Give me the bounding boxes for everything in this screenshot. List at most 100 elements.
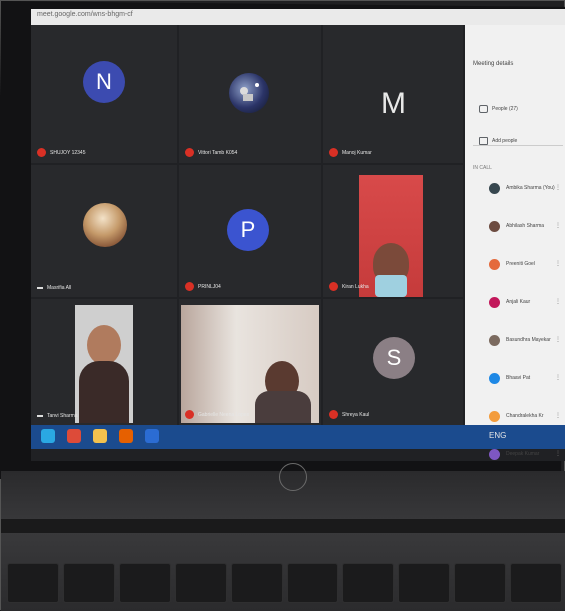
participant-tile[interactable]: M Manoj Kumar xyxy=(323,25,463,163)
participant-list-item[interactable]: Ambika Sharma (You) xyxy=(489,181,555,195)
mic-muted-icon xyxy=(37,148,46,157)
tab-people-label: People (27) xyxy=(492,106,518,112)
firefox-icon[interactable] xyxy=(119,429,133,443)
participant-avatar xyxy=(489,448,500,460)
panel-title: Meeting details xyxy=(473,61,514,67)
people-icon xyxy=(479,105,488,113)
participant-tile[interactable]: P PRINLJ04 xyxy=(179,165,321,297)
participant-name: PRINLJ04 xyxy=(185,282,221,291)
mic-muted-icon xyxy=(329,282,338,291)
participant-list-name: Deepak Kumar xyxy=(506,451,540,457)
participant-name: Shreya Kaul xyxy=(329,410,369,419)
participant-list-name: Bhaavi Pat xyxy=(506,375,531,381)
participant-name-text: PRINLJ04 xyxy=(198,283,221,290)
meeting-grid: N SHUJOY 12345 Vittori Tamb K054 M Manoj… xyxy=(31,25,463,425)
more-options-icon[interactable]: ⋮ xyxy=(555,260,561,267)
browser-address-bar[interactable]: meet.google.com/wns-bhgm-cf xyxy=(31,9,565,25)
mic-muted-icon xyxy=(185,148,194,157)
edge-icon[interactable] xyxy=(41,429,55,443)
participant-avatar-image xyxy=(83,203,127,247)
participant-tile[interactable]: Vittori Tamb K054 xyxy=(179,25,321,163)
participant-name: SHUJOY 12345 xyxy=(37,148,85,157)
participant-name-text: SHUJOY 12345 xyxy=(50,149,86,156)
participant-avatar: P xyxy=(227,209,269,251)
pin-icon xyxy=(37,413,43,419)
participant-avatar xyxy=(489,372,500,384)
participant-name: Kiran Lukha xyxy=(329,282,369,291)
hp-logo-icon xyxy=(279,463,307,491)
more-options-icon[interactable]: ⋮ xyxy=(555,374,561,381)
participant-name-text: Kiran Lukha xyxy=(342,283,369,290)
participant-tile[interactable]: S Shreya Kaul xyxy=(323,299,463,425)
address-text: meet.google.com/wns-bhgm-cf xyxy=(37,11,133,18)
participant-list-name: Abhilash Sharma xyxy=(506,223,545,229)
participant-list-name: Ambika Sharma (You) xyxy=(506,185,555,191)
participant-letter: M xyxy=(381,87,406,120)
tab-people[interactable]: People (27) xyxy=(479,105,518,113)
keyboard-key xyxy=(230,563,283,603)
keyboard-key xyxy=(510,563,563,603)
participant-tile[interactable]: N SHUJOY 12345 xyxy=(31,25,177,163)
section-label: IN CALL xyxy=(473,165,492,171)
meeting-details-panel: Meeting details People (27) Add people I… xyxy=(465,25,565,460)
participant-avatar: N xyxy=(83,61,125,103)
participant-tile[interactable]: Kiran Lukha xyxy=(323,165,463,297)
divider xyxy=(473,145,563,146)
participant-name-text: Gabrielle Neena Lopes xyxy=(198,411,250,418)
more-options-icon[interactable]: ⋮ xyxy=(555,450,561,457)
more-options-icon[interactable]: ⋮ xyxy=(555,336,561,343)
participant-list-name: Chandralekha Kr xyxy=(506,413,544,419)
participant-list-item[interactable]: Deepak Kumar xyxy=(489,447,539,461)
avatar-letter: P xyxy=(240,217,256,242)
file-explorer-icon[interactable] xyxy=(93,429,107,443)
add-people-label: Add people xyxy=(492,138,518,144)
participant-list-name: Anjali Kaur xyxy=(506,299,531,305)
participant-name: Masrifia All xyxy=(37,285,71,291)
participant-name-text: Tanvi Sharma xyxy=(47,413,78,419)
keyboard-key xyxy=(62,563,115,603)
laptop-hinge xyxy=(1,519,565,533)
participant-list-item[interactable]: Preeniti Goel xyxy=(489,257,535,271)
photo-frame: meet.google.com/wns-bhgm-cf N SHUJOY 123… xyxy=(0,0,565,611)
more-options-icon[interactable]: ⋮ xyxy=(555,298,561,305)
participant-name-text: Manoj Kumar xyxy=(342,149,372,156)
participant-name-text: Vittori Tamb K054 xyxy=(198,149,238,156)
keyboard-row xyxy=(7,563,563,603)
more-options-icon[interactable]: ⋮ xyxy=(555,222,561,229)
participant-tile[interactable]: Tanvi Sharma xyxy=(31,299,177,425)
keyboard-key xyxy=(454,563,507,603)
participant-list-name: Basundhra Mayekar xyxy=(506,337,551,343)
keyboard-key xyxy=(174,563,227,603)
keyboard-key xyxy=(286,563,339,603)
participant-list-item[interactable]: Chandralekha Kr xyxy=(489,409,544,423)
mic-muted-icon xyxy=(185,410,194,419)
chrome-icon[interactable] xyxy=(67,429,81,443)
participant-list-item[interactable]: Bhaavi Pat xyxy=(489,371,530,385)
add-person-icon xyxy=(479,137,488,145)
participant-video xyxy=(359,175,423,297)
keyboard-key xyxy=(118,563,171,603)
keyboard-key xyxy=(342,563,395,603)
astronaut-image-icon xyxy=(240,83,259,101)
participant-list-item[interactable]: Anjali Kaur xyxy=(489,295,530,309)
powerpoint-icon[interactable] xyxy=(145,429,159,443)
participant-name: Manoj Kumar xyxy=(329,148,372,157)
more-options-icon[interactable]: ⋮ xyxy=(555,184,561,191)
participant-list-item[interactable]: Basundhra Mayekar xyxy=(489,333,551,347)
add-people-button[interactable]: Add people xyxy=(479,137,517,145)
more-options-icon[interactable]: ⋮ xyxy=(555,412,561,419)
laptop-screen: meet.google.com/wns-bhgm-cf N SHUJOY 123… xyxy=(31,9,565,461)
participant-avatar xyxy=(489,182,500,194)
participant-avatar xyxy=(489,296,500,308)
participant-list-item[interactable]: Abhilash Sharma xyxy=(489,219,544,233)
participant-name: Gabrielle Neena Lopes xyxy=(185,410,249,419)
mic-muted-icon xyxy=(185,282,194,291)
participant-name: Vittori Tamb K054 xyxy=(185,148,237,157)
tray-language[interactable]: ENG xyxy=(489,431,506,440)
participant-avatar xyxy=(489,334,500,346)
avatar-letter: N xyxy=(96,69,112,94)
participant-list-name: Preeniti Goel xyxy=(506,261,535,267)
participant-tile[interactable]: Gabrielle Neena Lopes xyxy=(179,299,321,425)
participant-tile[interactable]: Masrifia All xyxy=(31,165,177,297)
avatar-letter: S xyxy=(386,345,402,370)
